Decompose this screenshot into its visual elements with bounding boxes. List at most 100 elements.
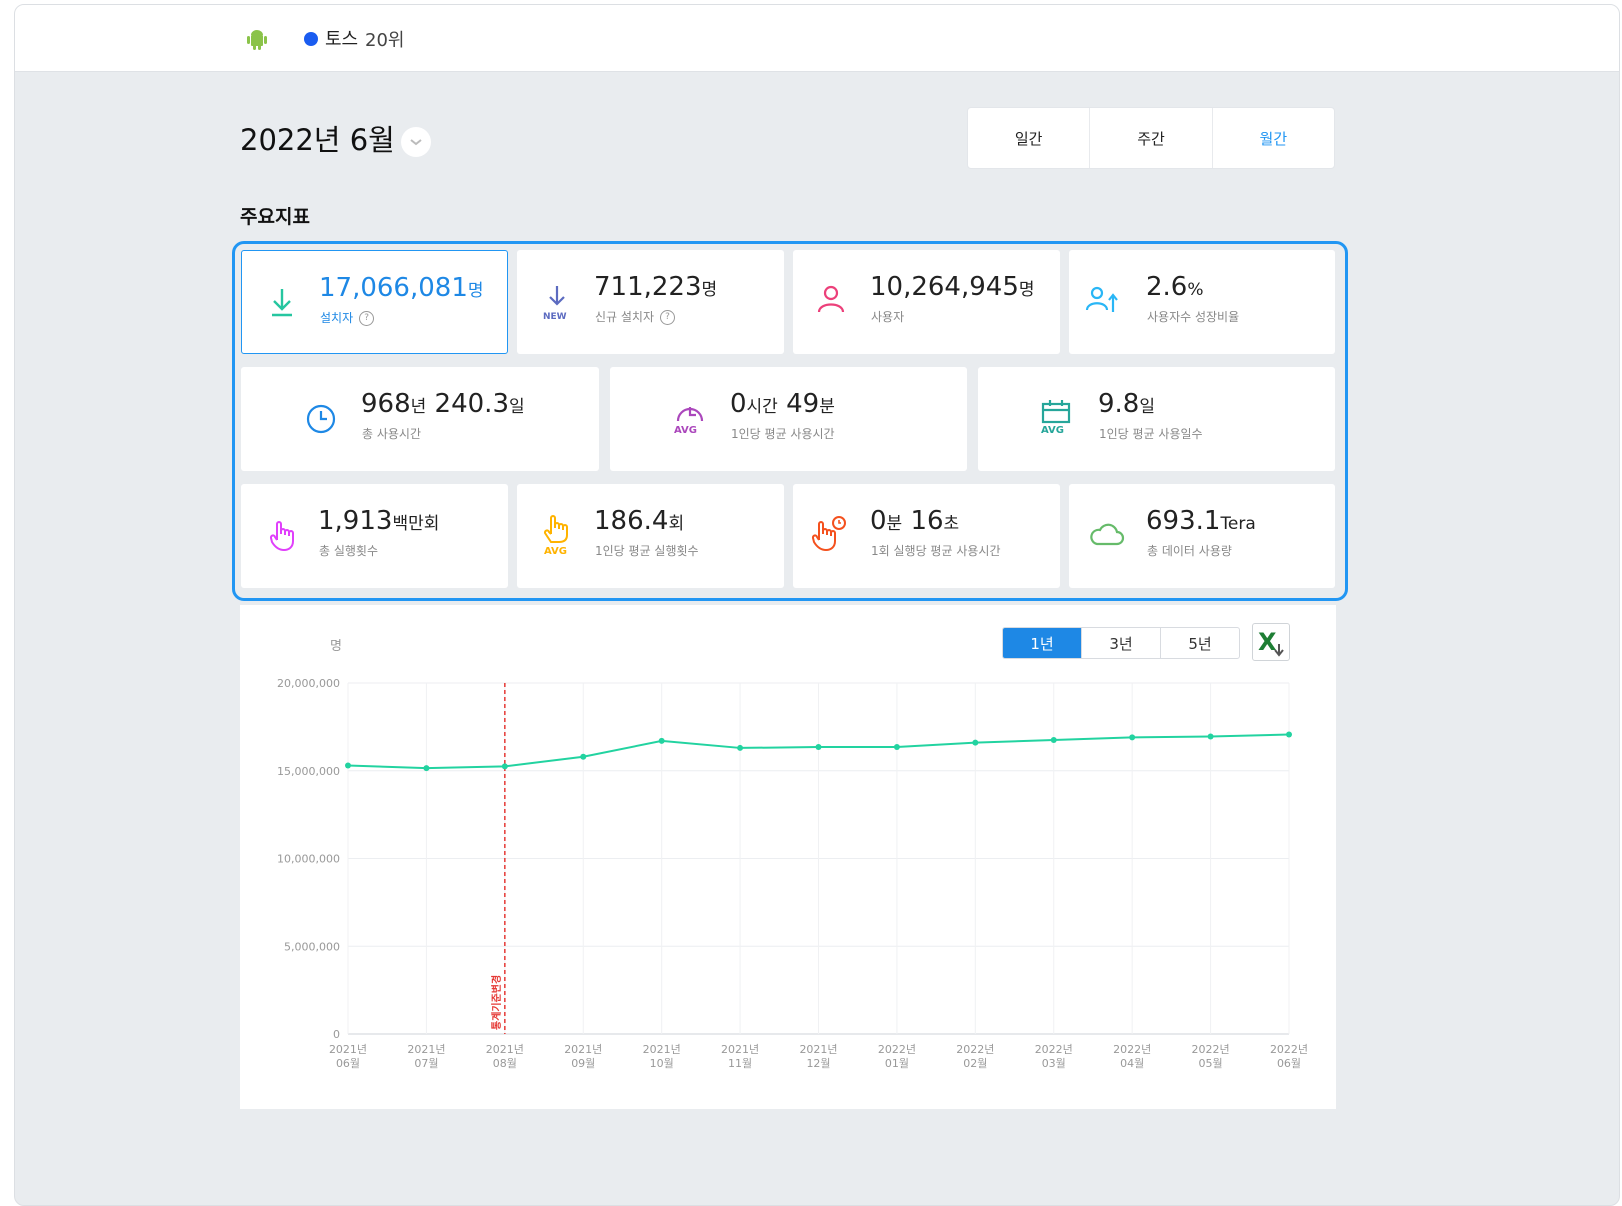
tab-daily[interactable]: 일간 xyxy=(968,108,1091,168)
kpi-value: 17,066,081명 xyxy=(319,273,484,303)
x-tick-label: 07월 xyxy=(414,1057,438,1070)
kpi-card-data-usage[interactable]: 693.1Tera 총 데이터 사용량 xyxy=(1069,484,1335,588)
app-name[interactable]: 토스 xyxy=(325,25,358,51)
data-point xyxy=(1207,733,1214,740)
app-header: 토스 20위 xyxy=(15,5,1619,72)
x-tick-label: 2022년 xyxy=(1270,1043,1308,1056)
x-tick-label: 2021년 xyxy=(643,1043,681,1056)
avg-badge: AVG xyxy=(674,425,698,436)
x-tick-label: 12월 xyxy=(806,1057,830,1070)
cloud-icon xyxy=(1090,523,1125,546)
kpi-card-avg-runs[interactable]: AVG 186.4회 1인당 평균 실행횟수 xyxy=(517,484,784,588)
kpi-label: 총 사용시간 xyxy=(362,427,422,441)
x-tick-label: 2022년 xyxy=(1113,1043,1151,1056)
x-tick-label: 10월 xyxy=(650,1057,674,1070)
x-tick-label: 2022년 xyxy=(956,1043,994,1056)
data-point xyxy=(580,753,587,760)
kpi-label: 총 실행횟수 xyxy=(319,544,379,558)
y-tick-label: 20,000,000 xyxy=(277,677,340,690)
kpi-card-avg-time[interactable]: AVG 0시간 49분 1인당 평균 사용시간 xyxy=(610,367,967,471)
user-icon xyxy=(817,285,845,313)
clock-icon xyxy=(306,404,336,434)
x-tick-label: 2022년 xyxy=(878,1043,916,1056)
x-tick-label: 04월 xyxy=(1120,1057,1144,1070)
kpi-label: 1인당 평균 사용일수 xyxy=(1099,427,1203,441)
data-point xyxy=(972,739,979,746)
x-tick-label: 11월 xyxy=(728,1057,752,1070)
kpi-label: 신규 설치자? xyxy=(595,308,676,325)
kpi-value: 10,264,945명 xyxy=(870,272,1035,302)
chevron-down-icon xyxy=(410,139,422,146)
new-badge: NEW xyxy=(543,312,567,322)
app-icon xyxy=(304,32,318,46)
app-rank: 20위 xyxy=(365,30,405,51)
kpi-card-users[interactable]: 10,264,945명 사용자 xyxy=(793,250,1060,354)
data-point xyxy=(1050,737,1057,744)
data-point xyxy=(1286,731,1292,738)
avg-hand-tap-icon xyxy=(543,515,568,543)
hand-tap-icon xyxy=(269,521,294,552)
data-point xyxy=(737,744,744,751)
kpi-value: 1,913백만회 xyxy=(318,506,440,536)
kpi-value: 2.6% xyxy=(1146,272,1204,302)
y-tick-label: 5,000,000 xyxy=(284,940,340,953)
kpi-label: 사용자수 성장비율 xyxy=(1147,310,1240,324)
avg-badge: AVG xyxy=(544,546,568,557)
y-tick-label: 15,000,000 xyxy=(277,765,340,778)
x-tick-label: 02월 xyxy=(963,1057,987,1070)
x-tick-label: 2021년 xyxy=(721,1043,759,1056)
kpi-value: 968년 240.3일 xyxy=(361,389,525,419)
kpi-card-total-time[interactable]: 968년 240.3일 총 사용시간 xyxy=(241,367,599,471)
kpi-label: 1인당 평균 사용시간 xyxy=(731,427,835,441)
help-icon[interactable]: ? xyxy=(660,310,676,325)
kpi-label: 총 데이터 사용량 xyxy=(1147,544,1232,558)
data-point xyxy=(893,744,900,751)
kpi-card-avg-days[interactable]: AVG 9.8일 1인당 평균 사용일수 xyxy=(978,367,1335,471)
kpi-label: 1인당 평균 실행횟수 xyxy=(595,544,699,558)
y-tick-label: 10,000,000 xyxy=(277,853,340,866)
x-tick-label: 2021년 xyxy=(799,1043,837,1056)
data-point xyxy=(501,763,508,770)
app-frame: 토스 20위 2022년 6월 일간 주간 월간 주요지표 17,066,081… xyxy=(14,4,1620,1206)
kpi-card-total-runs[interactable]: 1,913백만회 총 실행횟수 xyxy=(241,484,508,588)
tab-weekly[interactable]: 주간 xyxy=(1090,108,1213,168)
hand-clock-icon xyxy=(811,516,846,552)
chart-panel: 명 1년 3년 5년 X 0 5,000,000 10,000,000 15,000,… xyxy=(240,605,1336,1109)
x-tick-label: 2021년 xyxy=(407,1043,445,1056)
kpi-value: 0분 16초 xyxy=(870,506,960,536)
x-tick-label: 2022년 xyxy=(1035,1043,1073,1056)
date-dropdown-button[interactable] xyxy=(401,127,431,157)
user-growth-icon xyxy=(1085,286,1118,312)
kpi-card-time-per-run[interactable]: 0분 16초 1회 실행당 평균 사용시간 xyxy=(793,484,1060,588)
x-tick-label: 06월 xyxy=(336,1057,360,1070)
help-icon[interactable]: ? xyxy=(359,311,375,326)
x-tick-label: 01월 xyxy=(885,1057,909,1070)
x-tick-label: 03월 xyxy=(1042,1057,1066,1070)
date-title[interactable]: 2022년 6월 xyxy=(240,117,395,159)
kpi-label: 사용자 xyxy=(871,310,905,324)
x-tick-label: 06월 xyxy=(1277,1057,1301,1070)
data-point xyxy=(1129,734,1136,741)
x-tick-label: 2021년 xyxy=(329,1043,367,1056)
x-tick-label: 09월 xyxy=(571,1057,595,1070)
android-icon xyxy=(247,30,267,50)
tab-monthly[interactable]: 월간 xyxy=(1213,108,1334,168)
kpi-card-growth[interactable]: 2.6% 사용자수 성장비율 xyxy=(1069,250,1335,354)
x-tick-label: 2022년 xyxy=(1192,1043,1230,1056)
kpi-value: 693.1Tera xyxy=(1146,506,1256,536)
x-tick-label: 2021년 xyxy=(564,1043,602,1056)
kpi-card-installers[interactable]: 17,066,081명 설치자? xyxy=(241,250,508,354)
kpi-value: 711,223명 xyxy=(594,272,718,302)
kpi-label: 1회 실행당 평균 사용시간 xyxy=(871,544,1001,558)
period-tabs: 일간 주간 월간 xyxy=(967,107,1335,169)
data-point xyxy=(658,737,665,744)
avg-badge: AVG xyxy=(1041,425,1065,436)
data-point xyxy=(815,744,822,751)
x-tick-label: 2021년 xyxy=(486,1043,524,1056)
annotation-label: 통계기준변경 xyxy=(490,975,503,1030)
kpi-card-new-installers[interactable]: NEW 711,223명 신규 설치자? xyxy=(517,250,784,354)
data-point xyxy=(345,762,351,769)
kpi-value: 9.8일 xyxy=(1098,389,1155,419)
kpi-value: 186.4회 xyxy=(594,506,685,536)
data-point xyxy=(423,765,430,772)
